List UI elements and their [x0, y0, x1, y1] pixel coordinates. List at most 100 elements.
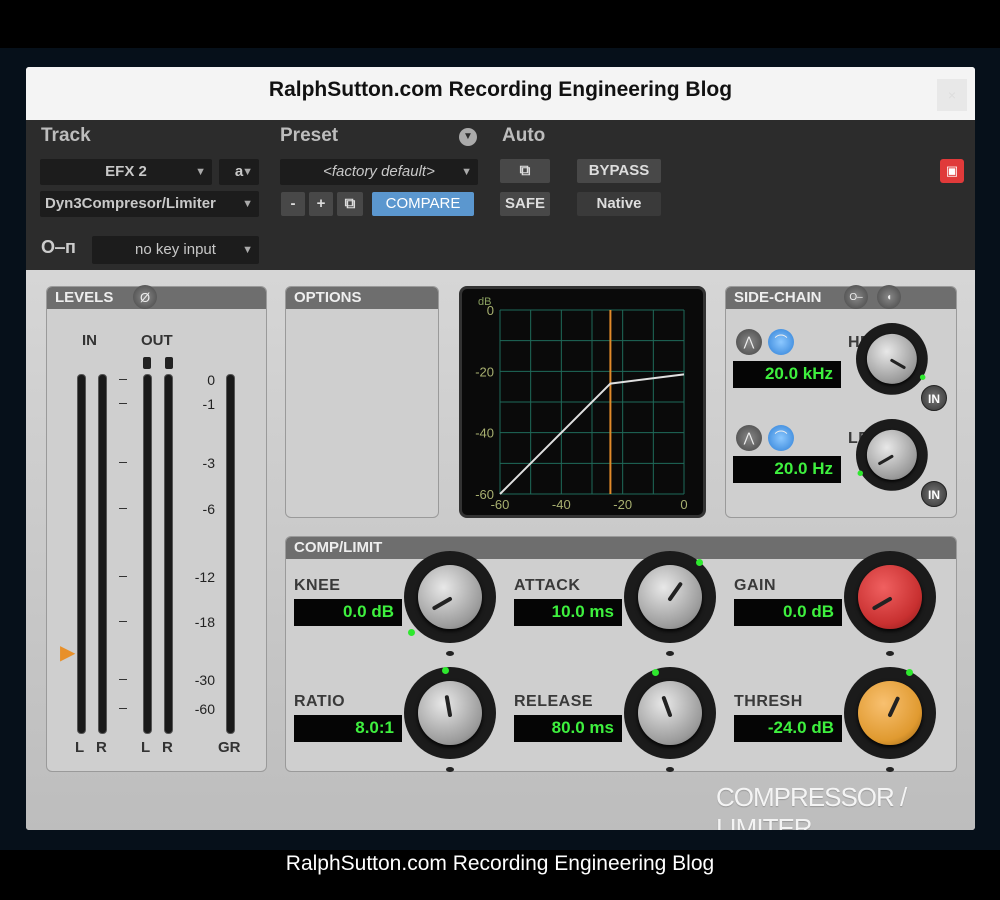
- meter-tick-mark: [119, 379, 127, 380]
- lf-bandpass-button[interactable]: ⋀: [736, 425, 762, 451]
- x-tick-label: -60: [491, 497, 510, 512]
- y-tick-label: -20: [475, 364, 494, 379]
- key-input-selector[interactable]: no key input ▼: [92, 236, 259, 264]
- sidechain-listen-icon[interactable]: ◖: [877, 285, 901, 309]
- close-button[interactable]: ×: [937, 79, 967, 111]
- track-selector[interactable]: EFX 2 ▼: [40, 159, 212, 185]
- track-name: EFX 2: [105, 163, 147, 180]
- bypass-button[interactable]: BYPASS: [577, 159, 661, 183]
- threshold-marker-icon[interactable]: ▶: [60, 640, 75, 665]
- release-value[interactable]: 80.0 ms: [514, 715, 622, 742]
- meter-label: R: [96, 739, 107, 756]
- plugin-body: LEVELS Ø IN OUT 0 -1 -3 -6 -12 -18 -30 -60 ▶ L …: [26, 270, 975, 830]
- attack-knob[interactable]: [624, 551, 716, 656]
- gain-reduction-meter: [226, 374, 235, 734]
- ratio-label: RATIO: [294, 693, 346, 710]
- attack-value[interactable]: 10.0 ms: [514, 599, 622, 626]
- x-tick-label: 0: [680, 497, 687, 512]
- meter-tick-mark: [119, 621, 127, 622]
- chevron-down-icon: ▼: [242, 166, 253, 178]
- safe-button[interactable]: SAFE: [500, 192, 550, 216]
- key-input-value: no key input: [135, 241, 216, 258]
- ratio-value[interactable]: 8.0:1: [294, 715, 402, 742]
- track-label: Track: [41, 125, 91, 146]
- plugin-window: RalphSutton.com Recording Engineering Bl…: [26, 67, 975, 830]
- meter-tick-mark: [119, 462, 127, 463]
- preset-name: <factory default>: [323, 163, 435, 180]
- chevron-down-icon: ▼: [242, 244, 253, 256]
- native-indicator: Native: [577, 192, 661, 216]
- thresh-knob[interactable]: [844, 667, 936, 772]
- footer-caption: RalphSutton.com Recording Engineering Bl…: [0, 850, 1000, 900]
- knee-value[interactable]: 0.0 dB: [294, 599, 402, 626]
- previous-preset-button[interactable]: -: [281, 192, 305, 216]
- transfer-graph: dB 0 -20 -40 -60 -60 -40 -20 0: [459, 286, 706, 518]
- plugin-logo: COMPRESSOR / LIMITER: [716, 782, 907, 830]
- meter-tick-mark: [119, 508, 127, 509]
- chevron-down-icon: ▼: [461, 166, 472, 178]
- gain-knob[interactable]: [844, 551, 936, 656]
- clip-indicator-r[interactable]: [165, 357, 173, 369]
- meter-tick-label: -60: [194, 701, 215, 717]
- lf-value[interactable]: 20.0 Hz: [733, 456, 841, 483]
- ratio-knob[interactable]: [404, 667, 496, 772]
- channel-selector[interactable]: a ▼: [219, 159, 259, 185]
- meter-label: L: [141, 739, 151, 756]
- key-listen-icon[interactable]: O‒: [844, 285, 868, 309]
- preset-menu-icon[interactable]: ▼: [459, 128, 477, 146]
- comp-limit-panel: COMP/LIMIT KNEE 0.0 dB ATTACK 10.0 ms GA…: [285, 536, 957, 772]
- plugin-selector[interactable]: Dyn3Compresor/Limiter ▼: [40, 191, 259, 217]
- hf-value[interactable]: 20.0 kHz: [733, 361, 841, 388]
- chevron-down-icon: ▼: [195, 166, 206, 178]
- preset-selector[interactable]: <factory default> ▼: [280, 159, 478, 185]
- meter-tick-label: -12: [194, 569, 215, 585]
- copy-settings-button[interactable]: ⧉: [337, 192, 363, 216]
- top-bar: [0, 0, 1000, 48]
- chevron-down-icon: ▼: [242, 198, 253, 210]
- knee-label: KNEE: [294, 577, 341, 594]
- options-panel: OPTIONS: [285, 286, 439, 518]
- hf-knob[interactable]: [856, 323, 928, 395]
- preset-label: Preset: [280, 125, 339, 146]
- lf-knob[interactable]: [856, 419, 928, 491]
- options-title: OPTIONS: [286, 287, 438, 309]
- meter-tick-label: -6: [202, 501, 215, 517]
- meter-tick-label: -18: [194, 614, 215, 630]
- meter-label: R: [162, 739, 173, 756]
- gain-value[interactable]: 0.0 dB: [734, 599, 842, 626]
- knee-knob[interactable]: [404, 551, 496, 656]
- in-label: IN: [82, 332, 97, 349]
- next-preset-button[interactable]: +: [309, 192, 333, 216]
- y-tick-label: 0: [487, 303, 494, 318]
- meter-tick-label: -30: [194, 672, 215, 688]
- key-icon: O‒ᴨ: [41, 237, 76, 257]
- hf-bandpass-button[interactable]: ⋀: [736, 329, 762, 355]
- output-meter-r: [164, 374, 173, 734]
- meter-label: L: [75, 739, 85, 756]
- sidechain-panel: SIDE-CHAIN O‒ ◖ ⋀ ⌒ HF 20.0 kHz IN ⋀ ⌒ L…: [725, 285, 957, 518]
- automation-window-button[interactable]: ⧉: [500, 159, 550, 183]
- compare-button[interactable]: COMPARE: [372, 192, 474, 216]
- meter-tick-mark: [119, 576, 127, 577]
- meter-tick-label: -3: [202, 455, 215, 471]
- clip-indicator-l[interactable]: [143, 357, 151, 369]
- phase-invert-button[interactable]: Ø: [133, 285, 157, 309]
- lf-highpass-button[interactable]: ⌒: [768, 425, 794, 451]
- hf-in-button[interactable]: IN: [921, 385, 947, 411]
- attack-label: ATTACK: [514, 577, 581, 594]
- meter-tick-mark: [119, 403, 127, 404]
- thresh-label: THRESH: [734, 693, 803, 710]
- comp-limit-title: COMP/LIMIT: [286, 537, 956, 559]
- thresh-value[interactable]: -24.0 dB: [734, 715, 842, 742]
- release-label: RELEASE: [514, 693, 594, 710]
- meter-tick-label: 0: [207, 372, 215, 388]
- meter-label: GR: [218, 739, 241, 756]
- power-icon[interactable]: ▣: [940, 159, 964, 183]
- release-knob[interactable]: [624, 667, 716, 772]
- hf-lowpass-button[interactable]: ⌒: [768, 329, 794, 355]
- lf-in-button[interactable]: IN: [921, 481, 947, 507]
- input-meter-l: [77, 374, 86, 734]
- meter-tick-label: -1: [202, 396, 215, 412]
- output-meter-l: [143, 374, 152, 734]
- out-label: OUT: [141, 332, 173, 349]
